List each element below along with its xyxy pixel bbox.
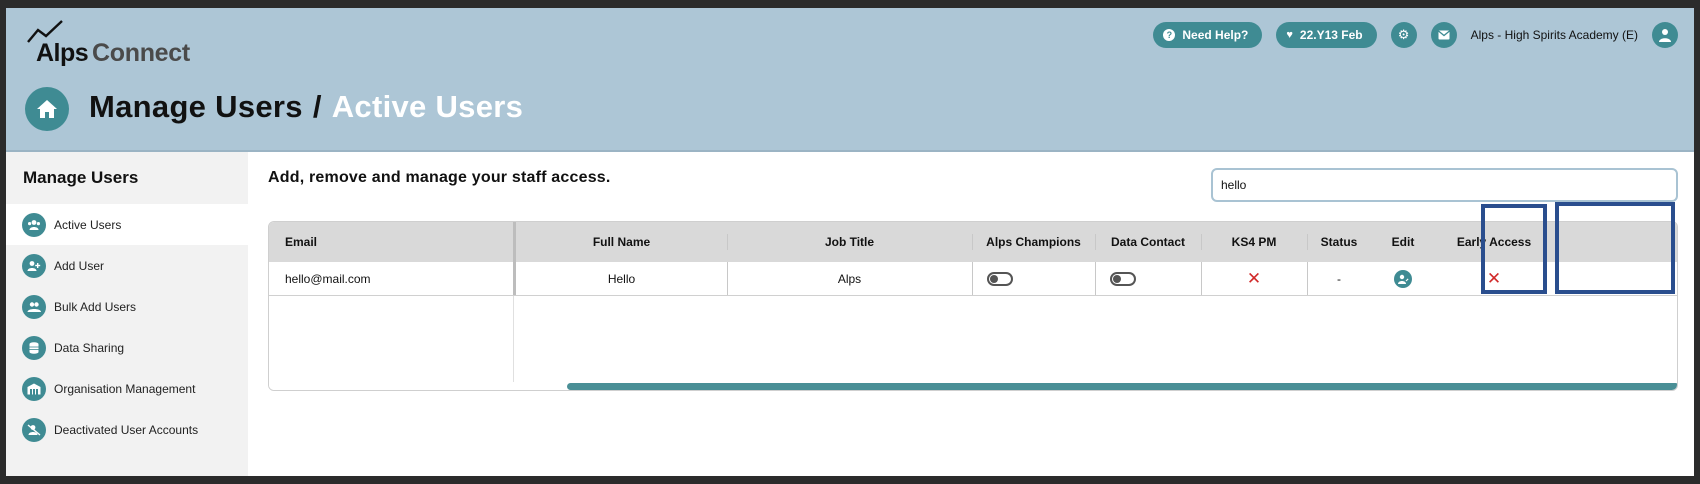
search-input[interactable]: [1211, 168, 1678, 202]
top-actions: ? Need Help? ♥ 22.Y13 Feb ⚙ Alps - High …: [1153, 21, 1678, 49]
breadcrumb-separator: /: [312, 89, 322, 124]
bulk-users-icon: [22, 294, 46, 319]
cell-job-title: Alps: [837, 271, 862, 286]
column-header-job-title[interactable]: Job Title: [727, 222, 972, 262]
settings-button[interactable]: ⚙: [1390, 22, 1417, 48]
sidebar-item-organisation-management[interactable]: Organisation Management: [6, 368, 248, 409]
highlight-box-early-access-column: [1555, 202, 1675, 294]
sidebar: Manage Users Active Users Add User Bulk …: [6, 152, 248, 476]
app-window: Alps Connect ? Need Help? ♥ 22.Y13 Feb ⚙: [6, 8, 1694, 476]
highlight-box-edit-column: [1481, 204, 1547, 294]
logo-alps-text: Alps: [36, 39, 89, 67]
sidebar-item-label: Organisation Management: [54, 381, 196, 396]
table-header: Email Full Name Job Title Alps Champions…: [269, 222, 1677, 262]
cell-email: hello@mail.com: [285, 271, 371, 286]
column-header-edit: Edit: [1391, 235, 1415, 249]
database-icon: [22, 335, 46, 360]
building-icon: [22, 376, 46, 401]
data-contact-toggle[interactable]: [1109, 271, 1136, 286]
alps-champion-toggle[interactable]: [986, 271, 1013, 286]
home-button[interactable]: [25, 87, 69, 131]
heart-icon: ♥: [1286, 29, 1293, 41]
cell-status: -: [1337, 271, 1341, 286]
messages-button[interactable]: [1430, 22, 1457, 48]
header: Alps Connect ? Need Help? ♥ 22.Y13 Feb ⚙: [6, 8, 1694, 152]
column-header-status[interactable]: Status: [1307, 222, 1371, 262]
cell-full-name: Hello: [607, 271, 636, 286]
sidebar-item-bulk-add-users[interactable]: Bulk Add Users: [6, 286, 248, 327]
question-icon: ?: [1163, 29, 1176, 41]
sidebar-item-add-user[interactable]: Add User: [6, 245, 248, 286]
column-divider: [513, 296, 514, 390]
sidebar-item-label: Add User: [54, 258, 105, 273]
sidebar-item-label: Active Users: [54, 217, 122, 232]
column-header-email[interactable]: Email: [269, 222, 513, 262]
breadcrumb-root[interactable]: Manage Users: [89, 89, 303, 124]
add-user-icon: [22, 253, 46, 278]
users-icon: [22, 212, 46, 237]
user-icon: [1659, 29, 1671, 42]
sidebar-item-deactivated-user-accounts[interactable]: Deactivated User Accounts: [6, 409, 248, 450]
sidebar-item-label: Bulk Add Users: [54, 299, 137, 314]
scrollbar-thumb[interactable]: [567, 383, 1677, 390]
column-header-data-contact[interactable]: Data Contact: [1095, 222, 1201, 262]
school-name[interactable]: Alps - High Spirits Academy (E): [1471, 28, 1638, 42]
column-header-ks4-pm[interactable]: KS4 PM: [1201, 222, 1307, 262]
deactivated-users-icon: [22, 417, 46, 442]
column-header-full-name[interactable]: Full Name: [516, 222, 727, 262]
sidebar-item-active-users[interactable]: Active Users: [6, 204, 248, 245]
cell-alps-champion: [972, 262, 1027, 295]
sidebar-item-label: Data Sharing: [54, 340, 125, 355]
column-header-alps-champions[interactable]: Alps Champions: [972, 222, 1095, 262]
gear-icon: ⚙: [1397, 27, 1410, 42]
logo-connect-text: Connect: [92, 39, 190, 67]
need-help-button[interactable]: ? Need Help?: [1153, 22, 1263, 48]
table-row[interactable]: hello@mail.com Hello Alps ✕ - ✕: [269, 262, 1677, 296]
need-help-label: Need Help?: [1182, 28, 1249, 42]
edit-user-icon: [1398, 274, 1409, 284]
breadcrumb-current: Active Users: [331, 89, 524, 124]
ks4-pm-cross-icon[interactable]: ✕: [1247, 270, 1261, 287]
dataset-badge-button[interactable]: ♥ 22.Y13 Feb: [1276, 22, 1377, 48]
sidebar-item-data-sharing[interactable]: Data Sharing: [6, 327, 248, 368]
main-heading: Add, remove and manage your staff access…: [268, 169, 611, 186]
home-icon: [37, 100, 57, 118]
cell-data-contact: [1095, 262, 1150, 295]
envelope-icon: [1437, 30, 1450, 40]
sidebar-title: Manage Users: [23, 168, 139, 187]
horizontal-scrollbar[interactable]: [269, 382, 1677, 390]
cell-edit: [1371, 262, 1435, 295]
edit-user-button[interactable]: [1394, 269, 1412, 288]
cell-ks4-pm: ✕: [1201, 262, 1307, 295]
user-avatar-button[interactable]: [1652, 22, 1678, 48]
page-title-breadcrumb: Manage Users / Active Users: [89, 89, 523, 125]
users-table: Email Full Name Job Title Alps Champions…: [268, 221, 1678, 391]
alps-connect-logo[interactable]: Alps Connect: [26, 20, 206, 67]
dataset-badge-label: 22.Y13 Feb: [1299, 28, 1363, 42]
sidebar-item-label: Deactivated User Accounts: [54, 422, 199, 437]
sidebar-menu: Active Users Add User Bulk Add Users Dat…: [6, 204, 248, 450]
